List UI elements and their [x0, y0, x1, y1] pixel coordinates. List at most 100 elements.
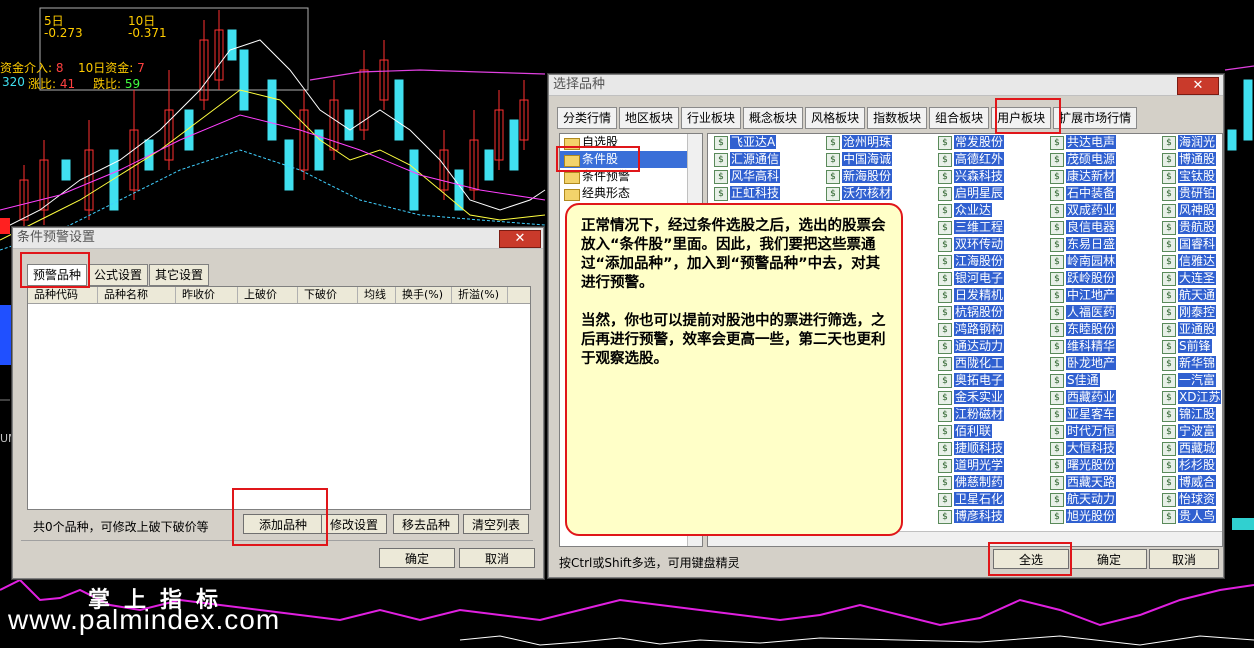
- stock-item[interactable]: $ 西藏天路: [1048, 474, 1117, 491]
- stock-item[interactable]: $ 日发精机: [936, 287, 1005, 304]
- stock-item[interactable]: $ 风神股: [1160, 202, 1221, 219]
- stock-item[interactable]: $ 贵航股: [1160, 219, 1221, 236]
- stock-item[interactable]: $ 刚泰控: [1160, 304, 1221, 321]
- stock-item[interactable]: $ 沧州明珠: [824, 134, 893, 151]
- stock-item[interactable]: $ 东易日盛: [1048, 236, 1117, 253]
- stock-item[interactable]: $ 东睦股份: [1048, 321, 1117, 338]
- stock-item[interactable]: $ 良信电器: [1048, 219, 1117, 236]
- stock-item[interactable]: $ 茂硕电源: [1048, 151, 1117, 168]
- stock-item[interactable]: $ 杉杉股: [1160, 457, 1221, 474]
- stock-item[interactable]: $ 佰利联: [936, 423, 1004, 440]
- stock-item[interactable]: $ 沃尔核材: [824, 185, 893, 202]
- clear-list-button[interactable]: 清空列表: [463, 514, 529, 534]
- stock-item[interactable]: $ 宝钛股: [1160, 168, 1221, 185]
- stock-item[interactable]: $ 佛慈制药: [936, 474, 1005, 491]
- stock-item[interactable]: $ 捷顺科技: [936, 440, 1005, 457]
- stock-item[interactable]: $ 航天通: [1160, 287, 1221, 304]
- stock-item[interactable]: $ XD江苏: [1160, 389, 1222, 406]
- stock-item[interactable]: $ 风华高科: [712, 168, 781, 185]
- col-upper-break[interactable]: 上破价: [238, 287, 298, 303]
- stock-item[interactable]: $ 锦江股: [1160, 406, 1221, 423]
- stock-item[interactable]: $ S佳通: [1048, 372, 1116, 389]
- stock-item[interactable]: $ 双环传动: [936, 236, 1005, 253]
- stock-item[interactable]: $ 海润光: [1160, 134, 1221, 151]
- stock-item[interactable]: $ 博彦科技: [936, 508, 1005, 525]
- stock-item[interactable]: $ 西陇化工: [936, 355, 1005, 372]
- col-name[interactable]: 品种名称: [98, 287, 176, 303]
- stock-item[interactable]: $ 西藏城: [1160, 440, 1221, 457]
- stock-item[interactable]: $ 共达电声: [1048, 134, 1117, 151]
- stock-item[interactable]: $ 三维工程: [936, 219, 1005, 236]
- stock-item[interactable]: $ 道明光学: [936, 457, 1005, 474]
- tab-style-sector[interactable]: 风格板块: [805, 107, 866, 129]
- remove-stock-button[interactable]: 移去品种: [393, 514, 459, 534]
- stock-item[interactable]: $ 中国海诚: [824, 151, 893, 168]
- stock-item[interactable]: $ 航天动力: [1048, 491, 1117, 508]
- select-ok-button[interactable]: 确定: [1071, 549, 1147, 569]
- stock-item[interactable]: $ 宁波富: [1160, 423, 1221, 440]
- stock-item[interactable]: $ 金禾实业: [936, 389, 1005, 406]
- stock-item[interactable]: $ 亚星客车: [1048, 406, 1117, 423]
- stock-item[interactable]: $ 双成药业: [1048, 202, 1117, 219]
- tab-other-settings[interactable]: 其它设置: [149, 264, 210, 286]
- stock-item[interactable]: $ 鸿路钢构: [936, 321, 1005, 338]
- stock-item[interactable]: $ 曙光股份: [1048, 457, 1117, 474]
- stock-item[interactable]: $ 启明星辰: [936, 185, 1005, 202]
- stock-item[interactable]: $ 江海股份: [936, 253, 1005, 270]
- stock-item[interactable]: $ 卫星石化: [936, 491, 1005, 508]
- stock-item[interactable]: $ 江粉磁材: [936, 406, 1005, 423]
- stock-item[interactable]: $ 时代万恒: [1048, 423, 1117, 440]
- tab-index-sector[interactable]: 指数板块: [867, 107, 928, 129]
- stock-item[interactable]: $ 大连圣: [1160, 270, 1221, 287]
- stock-item[interactable]: $ 博通股: [1160, 151, 1221, 168]
- stock-item[interactable]: $ 怡球资: [1160, 491, 1221, 508]
- tab-extended-market[interactable]: 扩展市场行情: [1053, 107, 1138, 129]
- stock-item[interactable]: $ 跃岭股份: [1048, 270, 1117, 287]
- stock-item[interactable]: $ 康达新材: [1048, 168, 1117, 185]
- stock-item[interactable]: $ 银河电子: [936, 270, 1005, 287]
- tab-formula-settings[interactable]: 公式设置: [88, 264, 149, 286]
- col-lower-break[interactable]: 下破价: [298, 287, 358, 303]
- tab-industry-sector[interactable]: 行业板块: [681, 107, 742, 129]
- col-code[interactable]: 品种代码: [28, 287, 98, 303]
- select-dialog-close-button[interactable]: ✕: [1177, 77, 1219, 95]
- stock-item[interactable]: $ 常发股份: [936, 134, 1005, 151]
- stock-item[interactable]: $ 兴森科技: [936, 168, 1005, 185]
- edit-settings-button[interactable]: 修改设置: [321, 514, 387, 534]
- stock-item[interactable]: $ 博威合: [1160, 474, 1221, 491]
- stock-item[interactable]: $ 维科精华: [1048, 338, 1117, 355]
- stock-item[interactable]: $ 国睿科: [1160, 236, 1221, 253]
- col-prev-close[interactable]: 昨收价: [176, 287, 238, 303]
- stock-item[interactable]: $ 奥拓电子: [936, 372, 1005, 389]
- tab-combo-sector[interactable]: 组合板块: [929, 107, 990, 129]
- tab-concept-sector[interactable]: 概念板块: [743, 107, 804, 129]
- alert-cancel-button[interactable]: 取消: [459, 548, 535, 568]
- stock-item[interactable]: $ 众业达: [936, 202, 1004, 219]
- stock-item[interactable]: $ 贵人鸟: [1160, 508, 1221, 525]
- stock-item[interactable]: $ 一汽富: [1160, 372, 1221, 389]
- col-ma[interactable]: 均线: [358, 287, 396, 303]
- stock-item[interactable]: $ 正虹科技: [712, 185, 781, 202]
- alert-dialog-close-button[interactable]: ✕: [499, 230, 541, 248]
- stock-item[interactable]: $ 旭光股份: [1048, 508, 1117, 525]
- stock-item[interactable]: $ 亚通股: [1160, 321, 1221, 338]
- stock-item[interactable]: $ S前锋: [1160, 338, 1221, 355]
- stock-item[interactable]: $ 通达动力: [936, 338, 1005, 355]
- stock-item[interactable]: $ 人福医药: [1048, 304, 1117, 321]
- stock-item[interactable]: $ 大恒科技: [1048, 440, 1117, 457]
- stock-item[interactable]: $ 信雅达: [1160, 253, 1221, 270]
- stock-item[interactable]: $ 西藏药业: [1048, 389, 1117, 406]
- col-turnover[interactable]: 换手(%): [396, 287, 452, 303]
- stock-item[interactable]: $ 新华锦: [1160, 355, 1221, 372]
- stock-item[interactable]: $ 贵研铂: [1160, 185, 1221, 202]
- stock-item[interactable]: $ 汇源通信: [712, 151, 781, 168]
- stock-item[interactable]: $ 卧龙地产: [1048, 355, 1117, 372]
- stock-item[interactable]: $ 石中装备: [1048, 185, 1117, 202]
- tree-item-classic-pattern[interactable]: 经典形态: [560, 185, 702, 202]
- stock-item[interactable]: $ 新海股份: [824, 168, 893, 185]
- stock-item[interactable]: $ 高德红外: [936, 151, 1005, 168]
- stock-item[interactable]: $ 岭南园林: [1048, 253, 1117, 270]
- tab-region-sector[interactable]: 地区板块: [619, 107, 680, 129]
- stock-item[interactable]: $ 杭锅股份: [936, 304, 1005, 321]
- stock-item[interactable]: $ 飞亚达A: [712, 134, 780, 151]
